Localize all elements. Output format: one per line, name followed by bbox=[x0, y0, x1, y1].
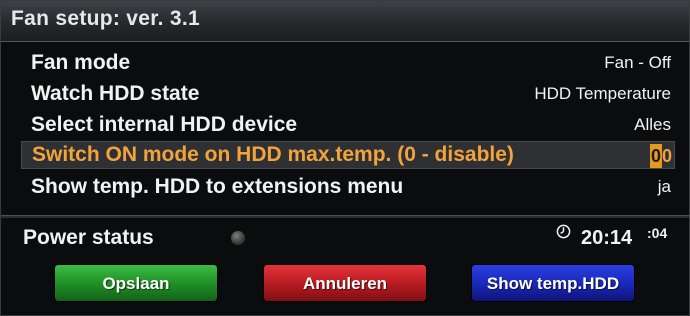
fan-setup-window: Fan setup: ver. 3.1 Fan mode Fan - Off W… bbox=[0, 0, 690, 316]
setting-label: Show temp. HDD to extensions menu bbox=[31, 175, 404, 198]
cancel-button[interactable]: Annuleren bbox=[263, 264, 427, 302]
max-temp-input[interactable]: 00 bbox=[649, 144, 672, 170]
window-title: Fan setup: ver. 3.1 bbox=[11, 7, 200, 30]
setting-fan-mode[interactable]: Fan mode Fan - Off bbox=[21, 49, 675, 77]
clock-time: 20:14 bbox=[581, 227, 633, 249]
setting-show-temp-extensions[interactable]: Show temp. HDD to extensions menu ja bbox=[21, 173, 675, 201]
save-button[interactable]: Opslaan bbox=[54, 264, 218, 302]
max-temp-value: 0 bbox=[661, 146, 672, 166]
divider bbox=[1, 215, 689, 218]
power-status-label: Power status bbox=[23, 226, 154, 249]
button-bar: Opslaan Annuleren Show temp.HDD bbox=[1, 257, 689, 315]
clock-icon bbox=[556, 224, 571, 239]
setting-value: ja bbox=[657, 177, 671, 196]
setting-label: Switch ON mode on HDD max.temp. (0 - dis… bbox=[32, 143, 514, 166]
setting-label: Select internal HDD device bbox=[31, 113, 298, 136]
setting-watch-hdd-state[interactable]: Watch HDD state HDD Temperature bbox=[21, 80, 675, 108]
setting-value: Alles bbox=[634, 115, 671, 134]
text-cursor: 0 bbox=[649, 144, 662, 168]
setting-switch-on-max-temp[interactable]: Switch ON mode on HDD max.temp. (0 - dis… bbox=[21, 141, 675, 169]
show-temp-hdd-button[interactable]: Show temp.HDD bbox=[471, 264, 635, 302]
setting-value: Fan - Off bbox=[604, 53, 671, 72]
setting-label: Fan mode bbox=[31, 51, 131, 74]
setting-value: HDD Temperature bbox=[534, 84, 671, 103]
power-status-led-icon bbox=[230, 230, 246, 246]
title-bar: Fan setup: ver. 3.1 bbox=[1, 1, 689, 42]
setting-select-hdd-device[interactable]: Select internal HDD device Alles bbox=[21, 111, 675, 139]
setting-label: Watch HDD state bbox=[31, 82, 200, 105]
clock-seconds: :04 bbox=[647, 225, 668, 241]
